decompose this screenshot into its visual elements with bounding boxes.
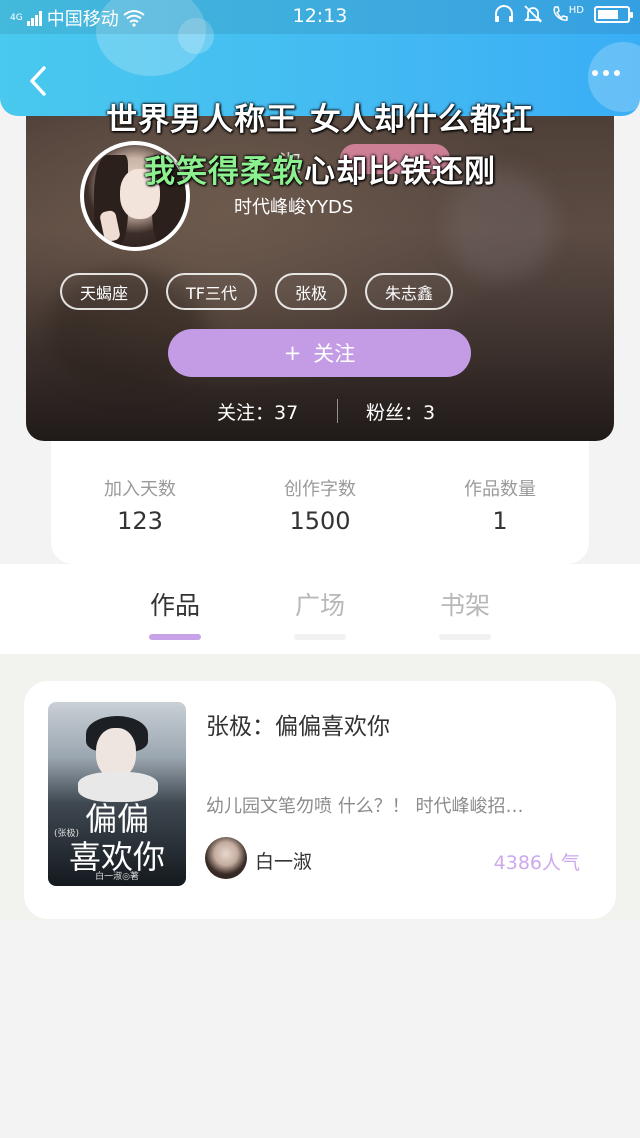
tab-bar: 作品 广场 书架 [0, 564, 640, 654]
video-caption-line1: 世界男人称王 女人却什么都扛 [106, 102, 534, 138]
work-author: 白一淑 [255, 851, 313, 873]
work-title[interactable]: 张极：偏偏喜欢你 [206, 707, 390, 741]
tab-label: 广场 [294, 591, 345, 620]
battery-icon [594, 5, 633, 23]
stats-card: 加入天数 123 创作字数 1500 作品数量 1 [51, 436, 589, 564]
stat-value: 1 [492, 507, 508, 535]
hd-label: HD [568, 5, 584, 16]
caption-rest: 心却比铁还刚 [304, 154, 496, 190]
tag-chip[interactable]: TF三代 [166, 273, 257, 310]
work-description: 幼儿园文笔勿喷 什么？！ 时代峰峻招… [206, 796, 524, 817]
stat-value: 123 [117, 507, 163, 535]
stat-join-days: 加入天数 123 [60, 475, 220, 535]
more-dots-icon [614, 70, 620, 76]
tab-label: 作品 [149, 591, 200, 620]
profile-header-card [26, 90, 614, 441]
cover-figure-face [96, 728, 136, 778]
battery-level [598, 9, 618, 19]
stat-label: 加入天数 [104, 479, 176, 500]
author-avatar[interactable] [205, 837, 247, 879]
cover-author-line: 白一淑◎著 [95, 872, 139, 882]
chevron-left-icon [30, 66, 46, 96]
tag-chip[interactable]: 朱志鑫 [365, 273, 454, 310]
more-button[interactable] [592, 70, 620, 76]
tab-indicator [294, 634, 346, 640]
tag-chip[interactable]: 天蝎座 [60, 273, 149, 310]
follow-button-label: 关注 [313, 342, 356, 366]
tab-bookshelf[interactable]: 书架 [425, 586, 505, 640]
tab-indicator [439, 634, 491, 640]
stat-label: 创作字数 [284, 479, 356, 500]
tab-active-indicator [149, 634, 201, 640]
tag-list: 天蝎座 TF三代 张极 朱志鑫 [60, 273, 454, 310]
plus-icon: + [283, 341, 302, 365]
status-bar: 4G 中国移动 12:13 HD [0, 0, 640, 34]
follow-button[interactable]: + 关注 [168, 329, 471, 377]
more-dots-icon [603, 70, 609, 76]
tab-works[interactable]: 作品 [135, 586, 215, 640]
following-label: 关注： [217, 402, 275, 424]
following-stat[interactable]: 关注：37 [217, 398, 298, 425]
stat-divider [337, 399, 338, 423]
video-caption-line2: 我笑得柔软心却比铁还刚 [0, 146, 640, 191]
mute-bell-icon [523, 5, 542, 23]
user-handle: 时代峰峻YYDS [234, 197, 354, 218]
headphone-icon [494, 5, 513, 22]
fans-label: 粉丝： [366, 402, 424, 424]
stat-works-count: 作品数量 1 [420, 475, 580, 535]
caption-highlight: 我笑得柔软 [144, 154, 304, 190]
work-popularity: 4386人气 [493, 852, 580, 874]
book-cover[interactable]: (张极) 偏偏 喜欢你 白一淑◎著 [48, 702, 186, 886]
phone-icon [553, 6, 568, 21]
tab-label: 书架 [439, 591, 490, 620]
fans-stat[interactable]: 粉丝：3 [366, 398, 435, 425]
status-right: HD [494, 5, 633, 23]
following-count: 37 [274, 402, 299, 424]
more-dots-icon [592, 70, 598, 76]
fans-count: 3 [423, 402, 436, 424]
tab-square[interactable]: 广场 [280, 586, 360, 640]
stat-word-count: 创作字数 1500 [240, 475, 400, 535]
hd-call-indicator: HD [552, 5, 584, 23]
work-card[interactable]: (张极) 偏偏 喜欢你 白一淑◎著 张极：偏偏喜欢你 幼儿园文笔勿喷 什么？！ … [24, 681, 616, 919]
stat-label: 作品数量 [464, 479, 536, 500]
tag-chip[interactable]: 张极 [275, 273, 348, 310]
stat-value: 1500 [289, 507, 351, 535]
